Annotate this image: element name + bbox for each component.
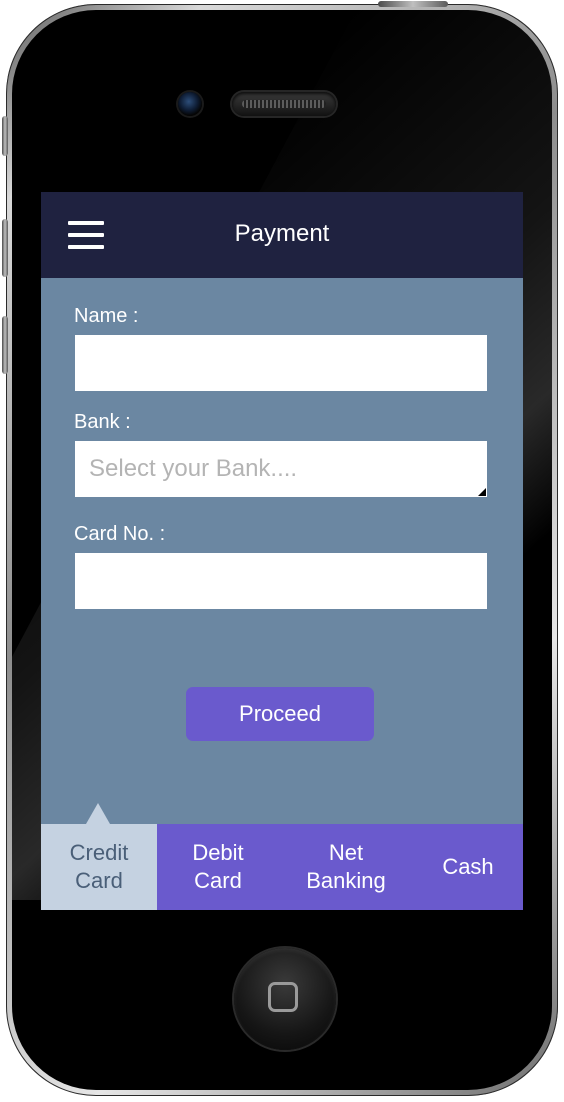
earpiece-speaker	[232, 92, 336, 116]
volume-up-button	[2, 219, 8, 277]
bank-label: Bank :	[74, 411, 131, 433]
mute-switch	[2, 116, 8, 156]
home-button[interactable]	[234, 948, 336, 1050]
proceed-button[interactable]: Proceed	[186, 687, 374, 741]
card-number-field[interactable]	[75, 553, 487, 609]
tab-label-line2: Banking	[306, 868, 386, 893]
tab-label-line1: Credit	[69, 840, 129, 865]
tab-label-line1: Cash	[442, 854, 494, 879]
tab-net-banking[interactable]: Net Banking	[279, 824, 413, 910]
card-number-label: Card No. :	[74, 523, 166, 545]
bank-select[interactable]: Select your Bank....	[75, 441, 487, 497]
name-label: Name :	[74, 305, 139, 327]
page-title: Payment	[234, 220, 330, 247]
tab-credit-card[interactable]: Credit Card	[41, 824, 157, 910]
app-screen: Payment Name : Bank : Select your Bank..…	[41, 192, 523, 910]
tab-label-line1: Debit	[192, 840, 244, 865]
active-tab-pointer-icon	[86, 803, 110, 824]
app-header: Payment	[41, 192, 523, 278]
volume-down-button	[2, 316, 8, 374]
name-field[interactable]	[75, 335, 487, 391]
tab-debit-card[interactable]: Debit Card	[157, 824, 279, 910]
resize-handle-icon	[478, 488, 486, 496]
front-camera-icon	[178, 92, 202, 116]
bank-select-placeholder: Select your Bank....	[89, 455, 298, 482]
payment-method-tab-bar: Credit Card Debit Card Net Banking Cash	[41, 824, 523, 910]
tab-label-line1: Net	[328, 840, 364, 865]
tab-label-line2: Card	[75, 868, 123, 893]
home-square-icon	[268, 982, 298, 1012]
tab-label-line2: Card	[194, 868, 242, 893]
power-button	[378, 1, 448, 7]
tab-cash[interactable]: Cash	[413, 824, 523, 910]
